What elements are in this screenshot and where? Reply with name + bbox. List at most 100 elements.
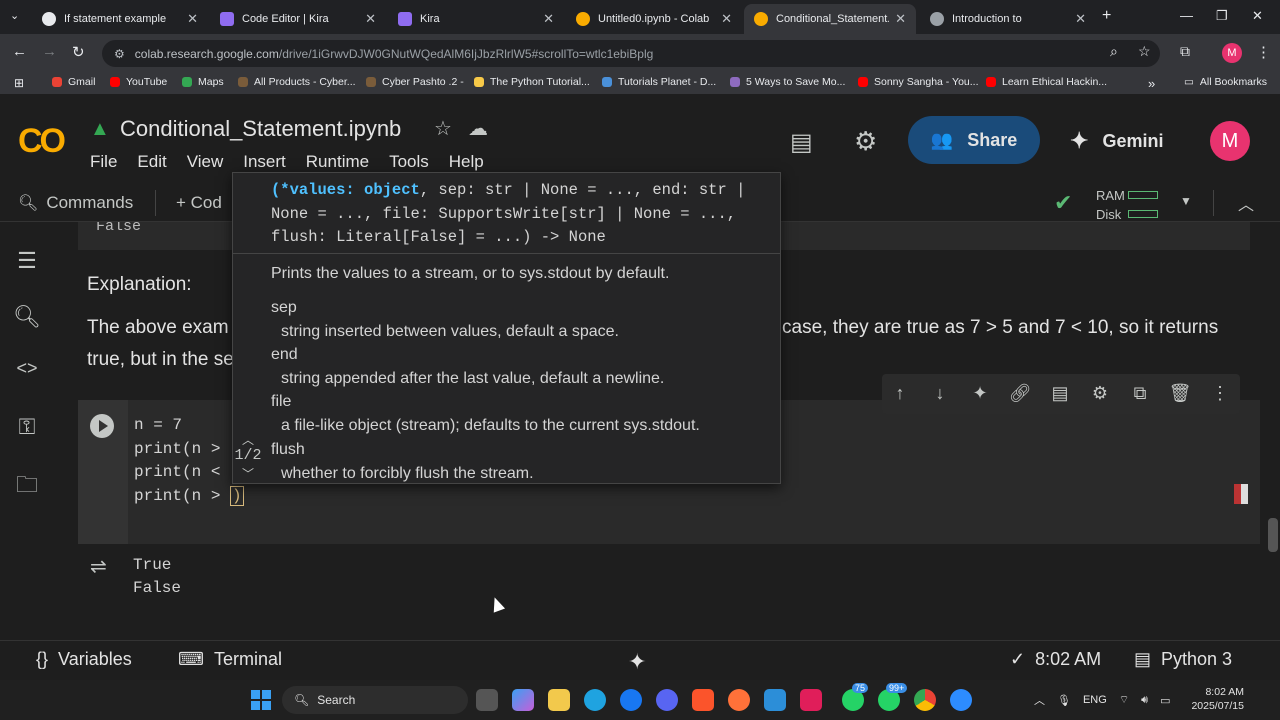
tab-kira[interactable]: Kira ✕ [388,4,564,34]
chevron-up-icon[interactable]: ︿ [242,431,254,448]
output-icon[interactable]: ⇌ [90,554,107,579]
chrome-icon[interactable] [914,689,936,711]
apps-icon[interactable]: ⊞ [14,76,24,90]
chevron-down-icon[interactable]: ﹀ [242,465,254,482]
new-tab-button[interactable]: + [1102,7,1111,25]
comment-icon[interactable]: ▤ [1048,383,1072,404]
chevron-up-icon[interactable]: ︿ [1238,191,1254,215]
chevron-down-icon[interactable]: ▼ [1180,194,1192,208]
bookmarks-more-button[interactable]: » [1148,76,1155,91]
close-icon[interactable]: ✕ [365,11,376,27]
profile-avatar[interactable]: M [1222,43,1242,63]
close-icon[interactable]: ✕ [721,11,732,27]
terminal-button[interactable]: ⌨ Terminal [178,649,282,670]
bookmark-sonny-sangha[interactable]: Sonny Sangha - You... [858,76,979,88]
facebook-icon[interactable] [620,689,642,711]
tab-untitled0-colab[interactable]: Untitled0.ipynb - Colab ✕ [566,4,742,34]
add-code-button[interactable]: + Cod [176,193,222,213]
restore-icon[interactable]: ❐ [1216,8,1228,24]
menu-edit[interactable]: Edit [137,152,166,172]
avatar[interactable]: M [1210,121,1250,161]
comment-icon[interactable]: ▤ [790,128,813,157]
more-icon[interactable]: ⋮ [1208,383,1232,404]
bookmark-5-ways[interactable]: 5 Ways to Save Mo... [730,76,845,88]
bookmark-gmail[interactable]: Gmail [52,76,95,88]
scrollbar[interactable] [1268,518,1278,552]
close-window-icon[interactable]: ✕ [1252,8,1263,24]
star-icon[interactable]: ☆ [1138,43,1151,60]
language-indicator[interactable]: ENG [1083,694,1107,706]
bookmark-tutorials-planet[interactable]: Tutorials Planet - D... [602,76,716,88]
resource-indicator[interactable]: RAM Disk [1096,186,1125,224]
tab-search-icon[interactable]: ⌄ [10,9,19,22]
tab-code-editor-kira[interactable]: Code Editor | Kira ✕ [210,4,386,34]
menu-help[interactable]: Help [449,152,484,172]
link-icon[interactable]: 🔗︎ [1008,383,1032,404]
toc-icon[interactable]: ☰ [12,248,42,274]
all-bookmarks-button[interactable]: ▭ All Bookmarks [1184,76,1267,88]
tab-conditional-statement[interactable]: Conditional_Statement.ipyn ✕ [744,4,916,34]
colab-logo[interactable]: CO [18,122,66,161]
key-icon[interactable]: ⚿ [12,414,42,440]
gemini-icon[interactable]: ✦ [968,383,992,404]
menu-tools[interactable]: Tools [389,152,429,172]
bookmark-python-tutorial[interactable]: The Python Tutorial... [474,76,590,88]
gemini-button[interactable]: ✦ Gemini [1070,128,1163,154]
taskbar-search[interactable]: 🔍︎ Search [282,686,468,714]
tab-introduction[interactable]: Introduction to ✕ [920,4,1096,34]
tab-if-statement[interactable]: If statement example ✕ [32,4,208,34]
volume-icon[interactable]: 🔊︎ [1141,694,1148,707]
chevron-up-icon[interactable]: ︿ [1034,692,1045,708]
extensions-icon[interactable]: ⧉ [1180,43,1190,60]
windows-start-icon[interactable] [251,690,271,710]
bookmark-ethical-hacking[interactable]: Learn Ethical Hackin... [986,76,1107,88]
minimize-icon[interactable]: — [1180,8,1193,23]
cloud-icon[interactable]: ☁ [468,116,488,141]
find-icon[interactable]: 🔍︎ [12,304,42,330]
menu-file[interactable]: File [90,152,117,172]
bookmark-cyber[interactable]: All Products - Cyber... [238,76,356,88]
copilot-icon[interactable] [512,689,534,711]
share-button[interactable]: 👥 Share [908,116,1040,164]
file-explorer-icon[interactable] [548,689,570,711]
folder-icon[interactable]: 🗀 [12,468,42,506]
menu-insert[interactable]: Insert [243,152,286,172]
zoom-icon[interactable] [950,689,972,711]
mirror-cell-icon[interactable]: ⧉ [1128,383,1152,404]
commands-button[interactable]: 🔍︎ Commands [18,193,133,213]
bookmark-cyber-pashto[interactable]: Cyber Pashto .2 - [366,76,464,88]
back-icon[interactable]: ← [12,43,27,60]
wifi-icon[interactable]: ⌔ [1119,693,1129,707]
code-snippets-icon[interactable]: <> [12,358,42,379]
settings-icon[interactable]: ⚙ [1088,383,1112,404]
battery-icon[interactable]: ▭ [1160,694,1170,707]
run-cell-button[interactable] [90,414,114,438]
settings-icon[interactable]: ⚙ [854,126,877,157]
reload-icon[interactable]: ↻ [72,43,85,61]
task-view-icon[interactable] [476,689,498,711]
vscode-icon[interactable] [764,689,786,711]
taskbar-clock[interactable]: 8:02 AM 2025/07/15 [1188,685,1244,713]
menu-icon[interactable]: ⋮ [1256,43,1271,61]
slack-icon[interactable] [800,689,822,711]
execution-status[interactable]: ✓ 8:02 AM [1010,649,1101,670]
gemini-icon[interactable]: ✦ [628,649,646,675]
notebook-title[interactable]: Conditional_Statement.ipynb [120,116,401,142]
url-input[interactable]: ⚙ colab.research.google.com/drive/1iGrwv… [102,40,1160,67]
kernel-status[interactable]: ▤ Python 3 [1134,649,1232,670]
menu-runtime[interactable]: Runtime [306,152,369,172]
move-down-icon[interactable]: ↓ [928,383,952,404]
zoom-icon[interactable]: ⌕ [1110,43,1118,60]
code-editor[interactable]: n = 7 print(n > print(n < print(n > ) [134,414,244,508]
move-up-icon[interactable]: ↑ [888,383,912,404]
forward-icon[interactable]: → [42,43,57,60]
microphone-icon[interactable]: 🎙︎ [1057,694,1071,707]
edge-icon[interactable] [584,689,606,711]
close-icon[interactable]: ✕ [543,11,554,27]
bookmark-youtube[interactable]: YouTube [110,76,167,88]
brave-icon[interactable] [692,689,714,711]
firefox-icon[interactable] [728,689,750,711]
bookmark-maps[interactable]: Maps [182,76,224,88]
star-icon[interactable]: ☆ [434,116,452,141]
site-info-icon[interactable]: ⚙ [114,47,125,61]
